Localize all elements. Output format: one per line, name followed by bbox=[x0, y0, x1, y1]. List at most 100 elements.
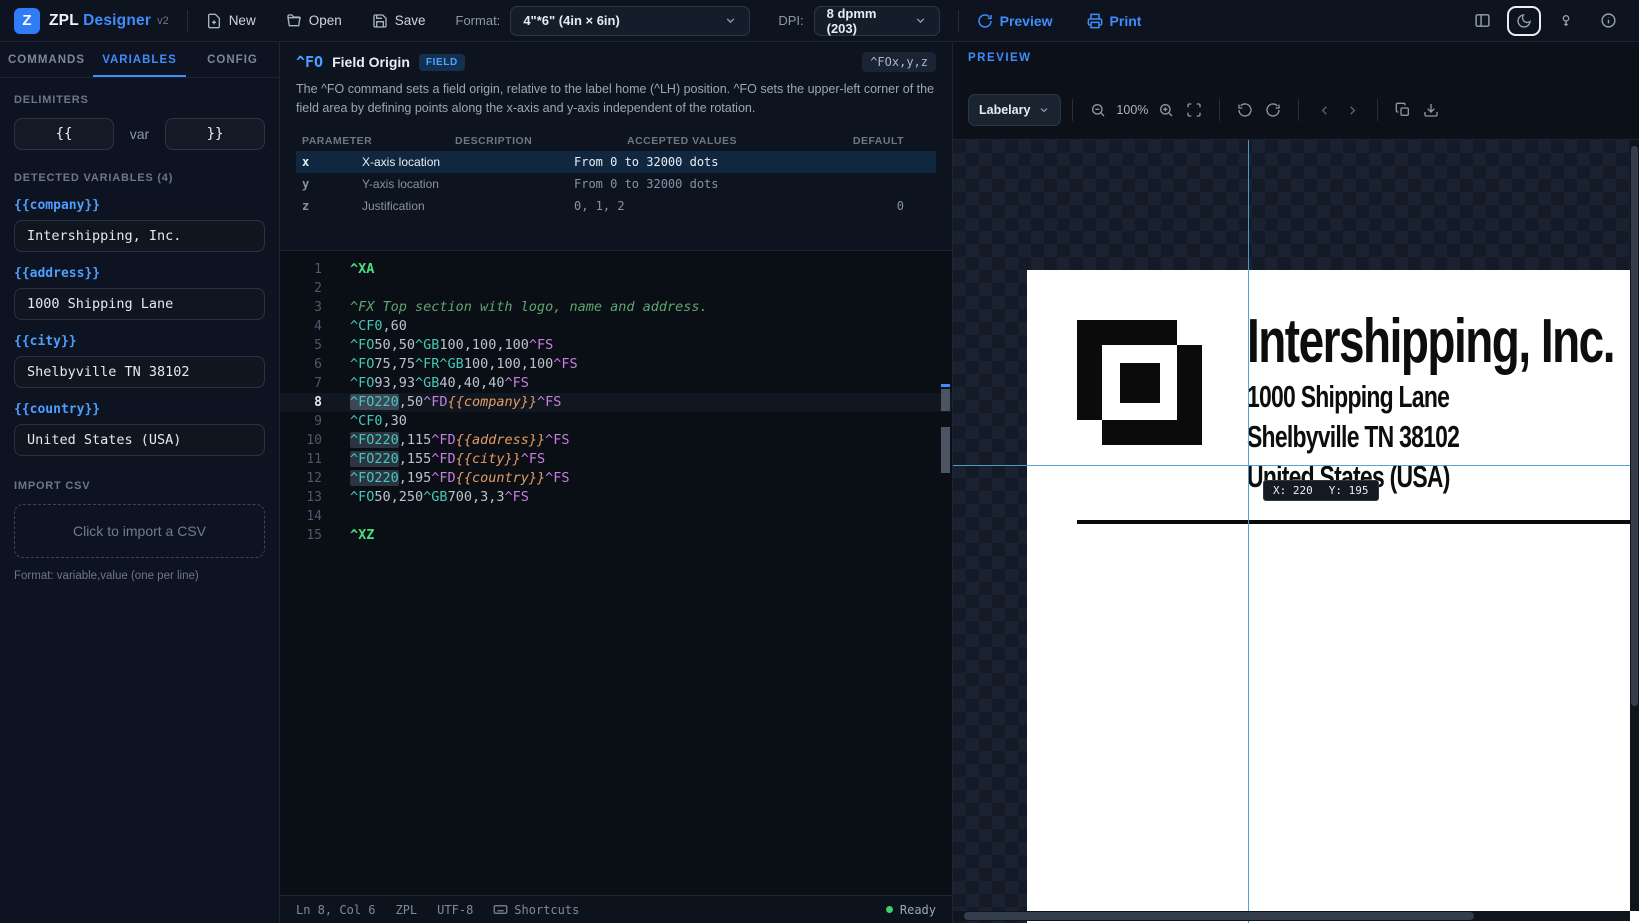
col-accepted-values: ACCEPTED VALUES bbox=[574, 135, 834, 147]
csv-dropzone-label: Click to import a CSV bbox=[73, 523, 206, 539]
code-token: ^FO220 bbox=[350, 451, 399, 467]
variable-value-input[interactable] bbox=[14, 220, 265, 252]
code-line[interactable]: 15^XZ bbox=[280, 526, 952, 545]
ruler-cursor-marker bbox=[941, 384, 950, 387]
editor-status-bar: Ln 8, Col 6 ZPL UTF-8 Shortcuts Ready bbox=[280, 895, 952, 923]
chevron-down-icon bbox=[710, 14, 737, 27]
panel-layout-button[interactable] bbox=[1465, 6, 1499, 36]
line-number: 14 bbox=[280, 507, 322, 526]
code-token: ^FO bbox=[350, 337, 374, 353]
horizontal-scrollbar-thumb[interactable] bbox=[964, 912, 1474, 920]
line-number: 7 bbox=[280, 374, 322, 393]
line-number: 5 bbox=[280, 336, 322, 355]
code-token: ^FS bbox=[553, 356, 577, 372]
delimiter-close-input[interactable] bbox=[165, 118, 265, 150]
code-token: 100,100,100 bbox=[464, 356, 553, 372]
language-mode[interactable]: ZPL bbox=[395, 903, 417, 917]
code-line[interactable]: 7^FO93,93^GB40,40,40^FS bbox=[280, 374, 952, 393]
redo-button[interactable] bbox=[1259, 96, 1287, 124]
code-line[interactable]: 11^FO220,155^FD{{city}}^FS bbox=[280, 450, 952, 469]
dpi-select[interactable]: 8 dpmm (203) bbox=[814, 6, 940, 36]
open-button[interactable]: Open bbox=[286, 13, 342, 29]
variable-name: {{company}} bbox=[14, 198, 265, 213]
tips-button[interactable] bbox=[1549, 6, 1583, 36]
code-line[interactable]: 6^FO75,75^FR^GB100,100,100^FS bbox=[280, 355, 952, 374]
code-line[interactable]: 10^FO220,115^FD{{address}}^FS bbox=[280, 431, 952, 450]
parameter-row[interactable]: yY-axis locationFrom 0 to 32000 dots bbox=[296, 173, 936, 195]
undo-button[interactable] bbox=[1231, 96, 1259, 124]
vertical-scrollbar[interactable] bbox=[1630, 140, 1639, 911]
print-button[interactable]: Print bbox=[1087, 13, 1142, 29]
chevron-down-icon bbox=[1038, 104, 1050, 116]
variable-value-input[interactable] bbox=[14, 288, 265, 320]
code-line[interactable]: 8^FO220,50^FD{{company}}^FS bbox=[280, 393, 952, 412]
variable-value-input[interactable] bbox=[14, 356, 265, 388]
refresh-icon bbox=[977, 13, 993, 29]
code-line[interactable]: 5^FO50,50^GB100,100,100^FS bbox=[280, 336, 952, 355]
doc-header: ^FO Field Origin FIELD ^FOx,y,z bbox=[296, 52, 936, 72]
tab-commands[interactable]: COMMANDS bbox=[0, 42, 93, 77]
variable-name: {{address}} bbox=[14, 266, 265, 281]
theme-toggle-button[interactable] bbox=[1507, 6, 1541, 36]
parameter-row[interactable]: xX-axis locationFrom 0 to 32000 dots bbox=[296, 151, 936, 173]
copy-button[interactable] bbox=[1389, 96, 1417, 124]
import-csv-section: IMPORT CSV Click to import a CSV Format:… bbox=[14, 480, 265, 582]
code-line[interactable]: 12^FO220,195^FD{{country}}^FS bbox=[280, 469, 952, 488]
preview-toolbar: Labelary 100% bbox=[968, 92, 1629, 128]
code-token: ^FO bbox=[350, 375, 374, 391]
encoding[interactable]: UTF-8 bbox=[437, 903, 473, 917]
code-token: ^FS bbox=[545, 432, 569, 448]
zoom-in-button[interactable] bbox=[1152, 96, 1180, 124]
vertical-scrollbar-thumb[interactable] bbox=[1631, 146, 1638, 706]
code-line[interactable]: 2 bbox=[280, 279, 952, 298]
parameter-cell: 0, 1, 2 bbox=[574, 199, 834, 213]
next-label-button[interactable] bbox=[1338, 96, 1366, 124]
download-button[interactable] bbox=[1417, 96, 1445, 124]
line-number: 10 bbox=[280, 431, 322, 450]
bulb-icon bbox=[1558, 13, 1574, 29]
parameter-cell: From 0 to 32000 dots bbox=[574, 177, 834, 191]
chevron-left-icon bbox=[1317, 103, 1332, 118]
fit-screen-button[interactable] bbox=[1180, 96, 1208, 124]
code-line[interactable]: 1^XA bbox=[280, 260, 952, 279]
editor-overview-ruler[interactable] bbox=[940, 251, 951, 895]
zoom-in-icon bbox=[1158, 102, 1174, 118]
app-logo-letter: Z bbox=[22, 12, 31, 29]
shortcuts-button[interactable]: Shortcuts bbox=[493, 902, 579, 917]
code-line[interactable]: 13^FO50,250^GB700,3,3^FS bbox=[280, 488, 952, 507]
preview-button[interactable]: Preview bbox=[977, 13, 1053, 29]
variable-name: {{country}} bbox=[14, 402, 265, 417]
previous-label-button[interactable] bbox=[1310, 96, 1338, 124]
copy-icon bbox=[1395, 102, 1411, 118]
tab-config[interactable]: CONFIG bbox=[186, 42, 279, 77]
code-line[interactable]: 3^FX Top section with logo, name and add… bbox=[280, 298, 952, 317]
code-editor[interactable]: 1^XA23^FX Top section with logo, name an… bbox=[280, 250, 952, 895]
code-token: ,195 bbox=[399, 470, 432, 486]
code-token: 100,100,100 bbox=[439, 337, 528, 353]
preview-canvas[interactable]: Intershipping, Inc. 1000 Shipping Lane S… bbox=[953, 140, 1639, 923]
csv-dropzone[interactable]: Click to import a CSV bbox=[14, 504, 265, 558]
parameter-cell: y bbox=[302, 177, 362, 191]
code-text: ^FO50,250^GB700,3,3^FS bbox=[322, 488, 529, 507]
save-button[interactable]: Save bbox=[372, 13, 426, 29]
zoom-out-button[interactable] bbox=[1084, 96, 1112, 124]
preview-panel: PREVIEW Labelary 100% bbox=[952, 42, 1639, 923]
format-select[interactable]: 4"*6" (4in × 6in) bbox=[510, 6, 750, 36]
cursor-position: Ln 8, Col 6 bbox=[296, 903, 375, 917]
parameter-row[interactable]: zJustification0, 1, 20 bbox=[296, 195, 936, 217]
render-engine-select[interactable]: Labelary bbox=[968, 94, 1061, 126]
code-text: ^FO220,195^FD{{country}}^FS bbox=[322, 469, 569, 488]
delimiter-open-input[interactable] bbox=[14, 118, 114, 150]
code-line[interactable]: 9^CF0,30 bbox=[280, 412, 952, 431]
code-line[interactable]: 4^CF0,60 bbox=[280, 317, 952, 336]
label-divider-rule bbox=[1077, 520, 1639, 524]
tab-variables[interactable]: VARIABLES bbox=[93, 42, 186, 77]
code-token: ,60 bbox=[383, 318, 407, 334]
new-button[interactable]: New bbox=[206, 13, 256, 29]
horizontal-scrollbar[interactable] bbox=[953, 911, 1630, 921]
label-company-text: Intershipping, Inc. bbox=[1247, 308, 1614, 376]
variable-value-input[interactable] bbox=[14, 424, 265, 456]
code-line[interactable]: 14 bbox=[280, 507, 952, 526]
open-button-label: Open bbox=[309, 13, 342, 28]
info-button[interactable] bbox=[1591, 6, 1625, 36]
